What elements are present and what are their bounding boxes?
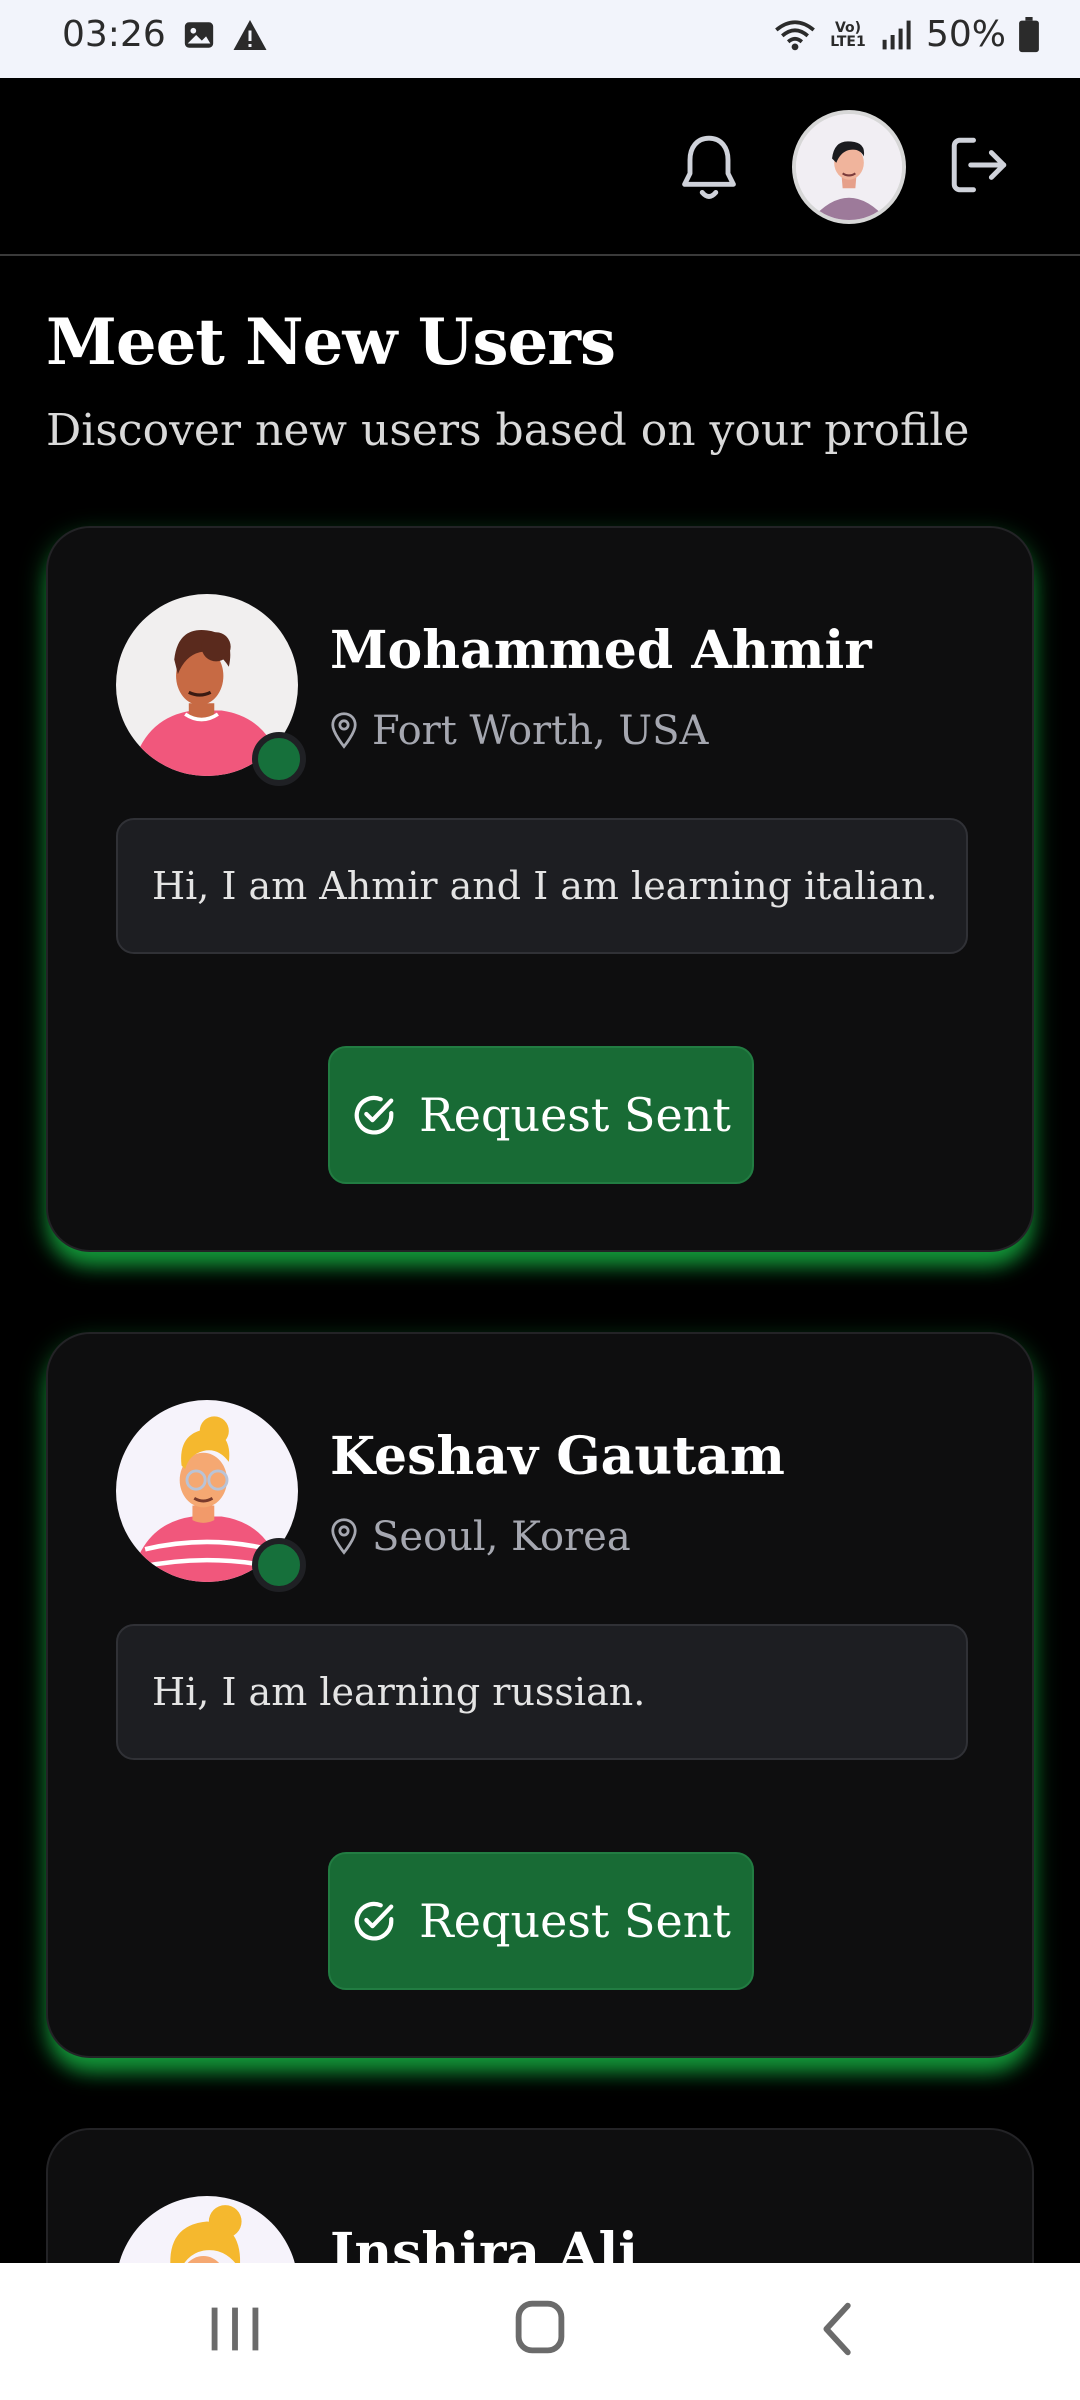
logout-icon[interactable]: [946, 132, 1012, 198]
page-title: Meet New Users: [46, 305, 616, 380]
online-status-dot: [252, 1538, 306, 1592]
user-name: Mohammed Ahmir: [330, 620, 872, 681]
app-header: [0, 78, 1080, 256]
request-sent-button[interactable]: Request Sent: [328, 1852, 754, 1990]
request-sent-label: Request Sent: [419, 1894, 731, 1948]
user-name: Keshav Gautam: [330, 1426, 785, 1487]
user-location: Fort Worth, USA: [330, 708, 708, 754]
signal-icon: [882, 20, 911, 49]
network-label: Vo) LTE1: [830, 19, 866, 50]
user-card: Mohammed Ahmir Fort Worth, USA Hi, I am …: [46, 526, 1034, 1252]
request-sent-label: Request Sent: [419, 1088, 731, 1142]
battery-icon: [1019, 16, 1039, 52]
user-bio: Hi, I am learning russian.: [116, 1624, 968, 1760]
wifi-icon: [775, 19, 815, 50]
location-text: Seoul, Korea: [372, 1514, 631, 1560]
check-circle-icon: [354, 1095, 394, 1135]
recent-apps-icon[interactable]: [200, 2299, 270, 2359]
system-nav-bar: [0, 2263, 1080, 2400]
check-circle-icon: [354, 1901, 394, 1941]
request-sent-button[interactable]: Request Sent: [328, 1046, 754, 1184]
status-bar: 03:26 Vo) LTE1 50%: [0, 0, 1080, 78]
user-location: Seoul, Korea: [330, 1514, 631, 1560]
page-subtitle: Discover new users based on your profile: [46, 405, 970, 456]
location-text: Fort Worth, USA: [372, 708, 709, 754]
home-icon[interactable]: [505, 2299, 575, 2359]
back-icon[interactable]: [805, 2299, 875, 2359]
user-avatar[interactable]: [792, 110, 906, 224]
warning-icon: [233, 19, 267, 50]
user-card: Keshav Gautam Seoul, Korea Hi, I am lear…: [46, 1332, 1034, 2058]
location-pin-icon: [331, 712, 357, 749]
user-bio: Hi, I am Ahmir and I am learning italian…: [116, 818, 968, 954]
bell-icon[interactable]: [676, 130, 742, 206]
online-status-dot: [252, 732, 306, 786]
battery-percent: 50%: [925, 14, 1006, 55]
status-time: 03:26: [62, 14, 166, 55]
location-pin-icon: [331, 1518, 357, 1555]
image-icon: [184, 21, 213, 48]
